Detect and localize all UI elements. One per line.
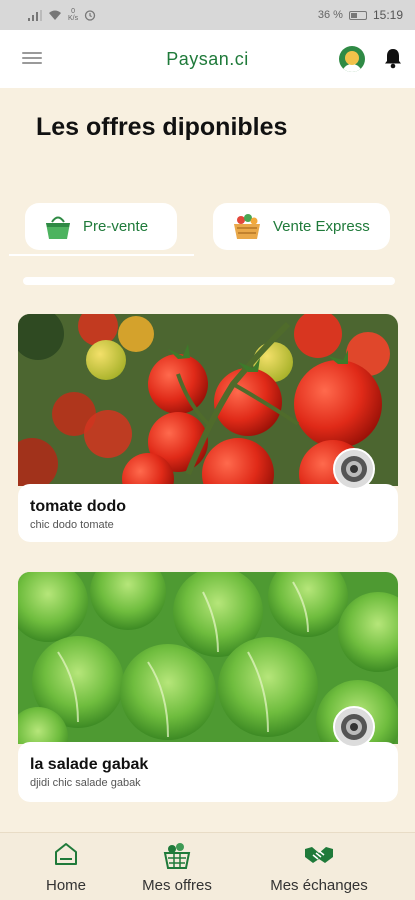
bottom-navigation: Home Mes offres Mes échanges [0,832,415,900]
status-right: 36 % 15:19 [318,8,403,22]
wifi-icon [49,10,61,20]
seller-avatar[interactable] [333,706,375,748]
notification-bell-icon[interactable] [383,47,403,69]
page-title: Les offres diponibles [36,113,288,141]
offer-description: djidi chic salade gabak [30,777,141,789]
battery-percent: 36 % [317,9,343,21]
network-speed: 0 K/s [68,8,79,22]
home-icon [55,843,77,865]
offer-card[interactable]: tomate dodo chic dodo tomate [18,314,398,542]
nav-label: Mes échanges [270,877,368,894]
produce-basket-icon [163,843,191,869]
seller-avatar[interactable] [333,448,375,490]
nav-label: Home [45,877,86,894]
vegetable-basket-icon [234,213,260,239]
offer-info: tomate dodo chic dodo tomate [18,484,398,542]
status-bar: 0 K/s 36 % 15:19 [0,0,415,30]
nav-label: Mes offres [142,877,212,894]
basket-icon [46,216,70,239]
category-label: Vente Express [273,218,370,235]
category-vente-express-button[interactable]: Vente Express [213,203,390,250]
handshake-icon [305,847,333,863]
clock: 15:19 [372,8,403,22]
alarm-icon [84,10,96,21]
status-left: 0 K/s [28,8,96,22]
profile-avatar[interactable] [339,46,365,72]
nav-home[interactable]: Home [30,833,102,900]
battery-icon [348,10,367,20]
category-prevente-button[interactable]: Pre-vente [25,203,177,250]
category-tab-indicator [9,254,194,256]
search-bar[interactable] [23,277,395,285]
offer-name: tomate dodo [30,498,126,515]
offer-description: chic dodo tomate [30,519,114,531]
nav-mes-offres[interactable]: Mes offres [131,833,223,900]
signal-icon [28,9,42,21]
offer-info: la salade gabak djidi chic salade gabak [18,742,398,802]
offer-name: la salade gabak [30,756,149,773]
offer-card[interactable]: la salade gabak djidi chic salade gabak [18,572,398,802]
app-bar: Paysan.ci [0,30,415,88]
nav-mes-echanges[interactable]: Mes échanges [262,833,376,900]
category-label: Pre-vente [83,218,149,235]
